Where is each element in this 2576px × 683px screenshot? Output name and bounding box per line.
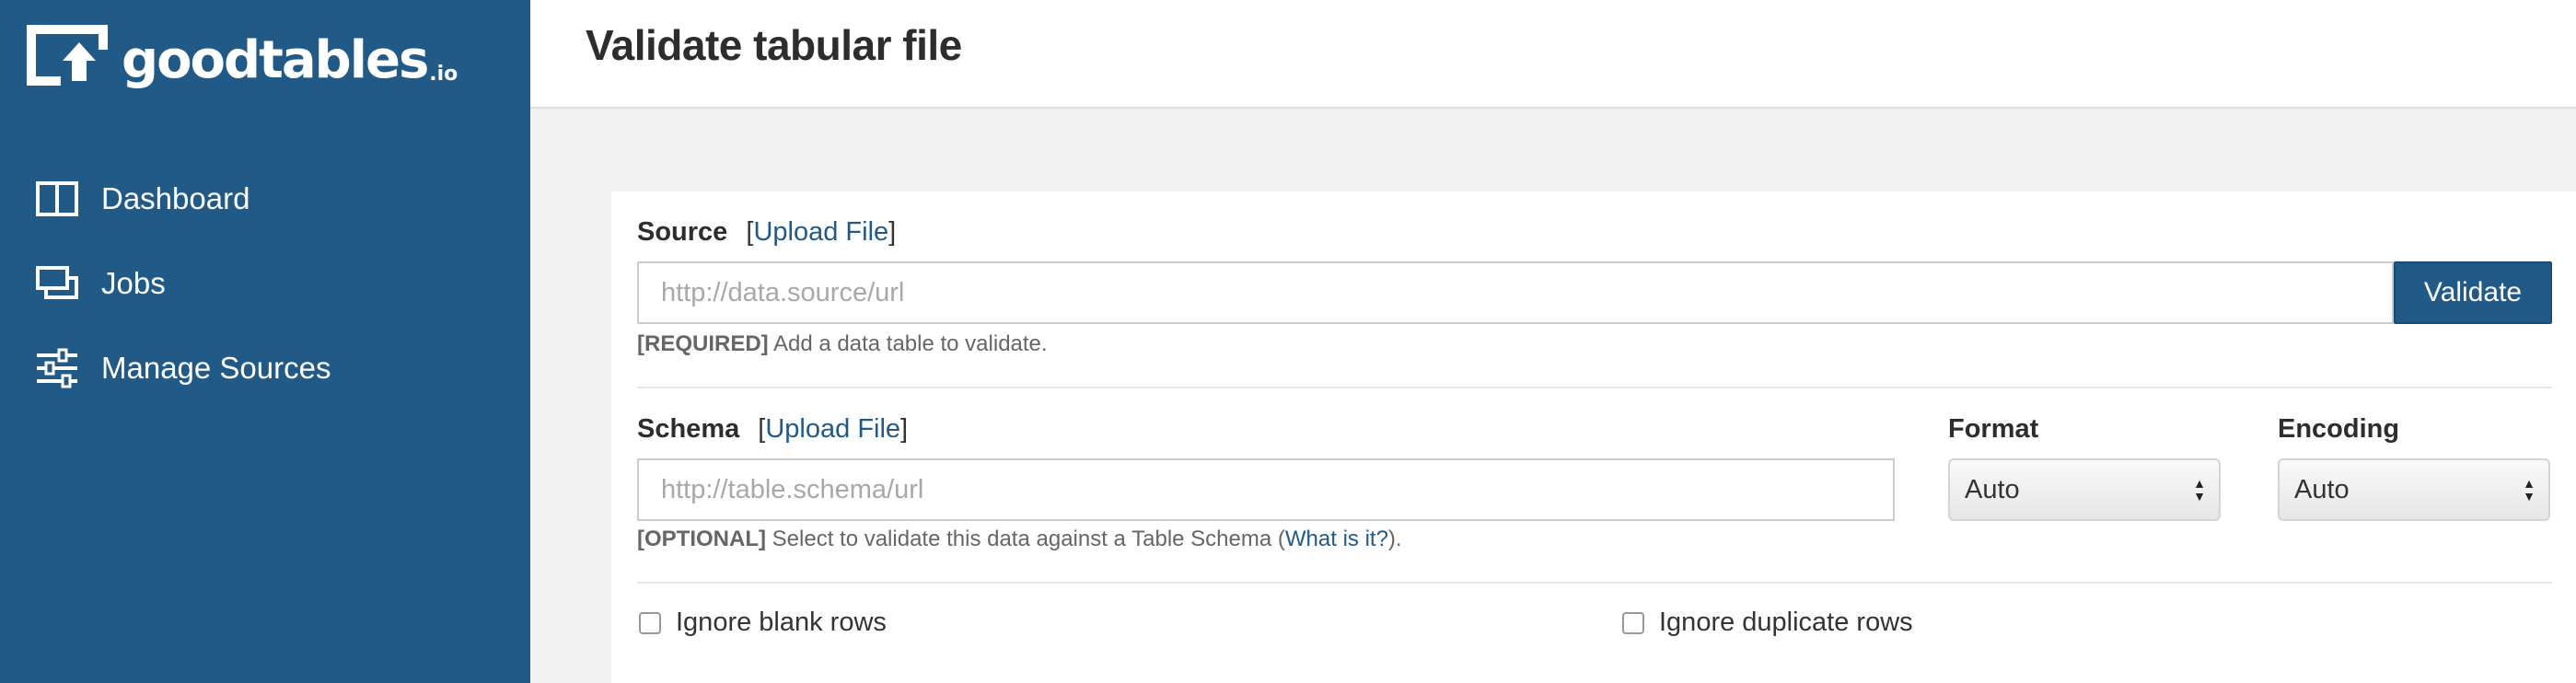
logo-tld: .io <box>429 63 458 86</box>
sidebar-nav: Dashboard Jobs Manage Sources <box>0 156 530 411</box>
validate-button[interactable]: Validate <box>2394 261 2552 324</box>
schema-help: [OPTIONAL] Select to validate this data … <box>637 527 1402 552</box>
source-help-text: Add a data table to validate. <box>768 331 1048 356</box>
logo[interactable]: goodtables .io <box>26 24 458 87</box>
source-url-input[interactable] <box>637 261 2394 324</box>
source-upload-file-link[interactable]: Upload File <box>753 217 888 247</box>
page-header: Validate tabular file <box>530 0 2576 109</box>
ignore-duplicate-rows-option[interactable]: Ignore duplicate rows <box>1622 608 1913 638</box>
bracket-close: ] <box>888 217 897 247</box>
encoding-selected-value: Auto <box>2294 474 2350 504</box>
divider <box>637 387 2552 388</box>
format-select[interactable]: Auto ▲ ▼ <box>1948 458 2221 521</box>
schema-upload-file-link[interactable]: Upload File <box>765 414 900 444</box>
schema-help-end: ). <box>1387 527 1402 551</box>
schema-url-input[interactable] <box>637 458 1895 521</box>
source-help-tag: [REQUIRED] <box>637 331 769 356</box>
sidebar-item-manage-sources[interactable]: Manage Sources <box>0 326 530 411</box>
ignore-duplicate-rows-label: Ignore duplicate rows <box>1659 608 1913 637</box>
logo-wordmark: goodtables <box>122 30 429 90</box>
sidebar-item-label: Jobs <box>101 266 166 300</box>
source-upload: [Upload File] <box>746 217 896 247</box>
sidebar-item-jobs[interactable]: Jobs <box>0 241 530 326</box>
encoding-label: Encoding <box>2278 414 2400 444</box>
sidebar: goodtables .io Dashboard Jobs Manage Sou… <box>0 0 530 683</box>
schema-label-text: Schema <box>637 414 740 444</box>
schema-label: Schema [Upload File] <box>637 414 908 445</box>
ignore-blank-rows-option[interactable]: Ignore blank rows <box>639 608 887 638</box>
sidebar-item-label: Manage Sources <box>101 351 331 385</box>
source-label: Source [Upload File] <box>637 217 896 248</box>
source-label-text: Source <box>637 217 728 247</box>
format-label: Format <box>1948 414 2039 444</box>
logo-upload-icon <box>26 24 109 87</box>
ignore-blank-rows-label: Ignore blank rows <box>676 608 887 637</box>
schema-help-tag: [OPTIONAL] <box>637 527 766 551</box>
sidebar-item-label: Dashboard <box>101 181 250 215</box>
divider <box>637 582 2552 584</box>
select-arrows-icon: ▲ ▼ <box>2523 476 2535 504</box>
schema-upload: [Upload File] <box>758 414 908 444</box>
sliders-icon <box>33 344 81 392</box>
columns-icon <box>33 175 81 223</box>
select-arrows-icon: ▲ ▼ <box>2193 476 2206 504</box>
jobs-icon <box>33 260 81 307</box>
sidebar-item-dashboard[interactable]: Dashboard <box>0 156 530 241</box>
ignore-duplicate-rows-checkbox[interactable] <box>1622 611 1644 634</box>
schema-help-text: Select to validate this data against a T… <box>765 527 1285 551</box>
source-help: [REQUIRED] Add a data table to validate. <box>637 331 1048 357</box>
validation-form: Source [Upload File] Validate [REQUIRED]… <box>611 191 2576 683</box>
ignore-blank-rows-checkbox[interactable] <box>639 611 661 634</box>
encoding-select[interactable]: Auto ▲ ▼ <box>2278 458 2550 521</box>
format-selected-value: Auto <box>1965 474 2020 504</box>
bracket-close: ] <box>900 414 909 444</box>
page-title: Validate tabular file <box>586 21 962 69</box>
what-is-it-link[interactable]: What is it? <box>1285 527 1388 551</box>
